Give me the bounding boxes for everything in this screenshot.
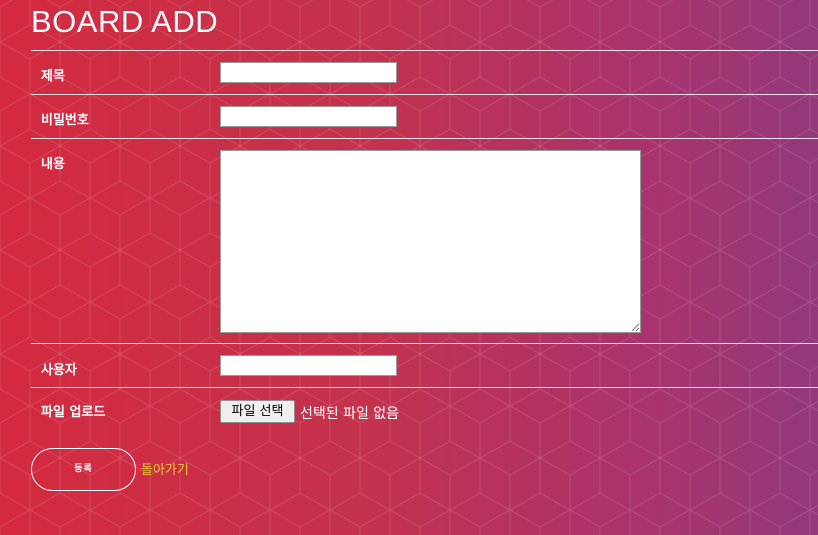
submit-button[interactable]: 등록 <box>31 448 136 491</box>
user-row: 사용자 <box>31 343 818 388</box>
file-status-text: 선택된 파일 없음 <box>300 406 400 422</box>
content-label: 내용 <box>41 157 65 172</box>
title-label: 제목 <box>41 69 65 84</box>
title-input[interactable] <box>220 62 397 83</box>
back-link[interactable]: 돌아가기 <box>141 459 189 478</box>
content-textarea[interactable] <box>220 150 641 333</box>
password-row: 비밀번호 <box>31 94 818 139</box>
title-row: 제목 <box>31 50 818 95</box>
content-row: 내용 <box>31 138 818 344</box>
user-input[interactable] <box>220 355 397 376</box>
file-select-button[interactable]: 파일 선택 <box>220 400 295 423</box>
file-upload-label: 파일 업로드 <box>41 405 106 420</box>
user-label: 사용자 <box>41 363 77 378</box>
file-upload-row: 파일 업로드 <box>31 387 818 432</box>
password-label: 비밀번호 <box>41 113 89 128</box>
password-input[interactable] <box>220 106 397 127</box>
page-title: BOARD ADD <box>31 4 219 39</box>
